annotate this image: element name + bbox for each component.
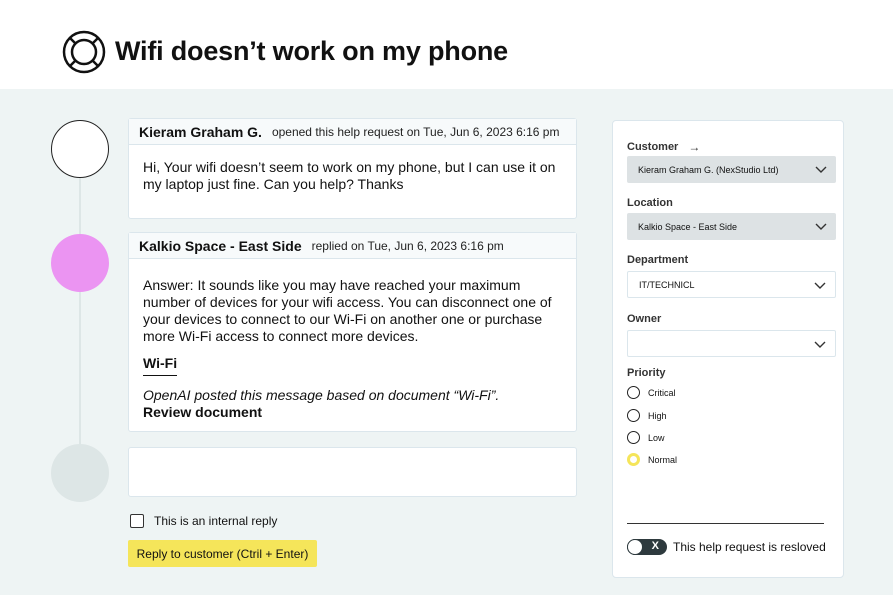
lifebuoy-icon <box>62 30 106 74</box>
posted-note: OpenAI posted this message based on docu… <box>143 387 500 403</box>
page-header: Wifi doesn’t work on my phone <box>0 0 893 89</box>
radio-button-selected[interactable] <box>627 453 640 466</box>
internal-reply-checkbox[interactable] <box>130 514 144 528</box>
resolved-toggle[interactable]: X <box>627 539 667 555</box>
department-select[interactable]: IT/TECHNICL <box>627 271 836 298</box>
customer-value: Kieram Graham G. (NexStudio Ltd) <box>638 164 779 175</box>
review-document-link[interactable]: Review document <box>143 404 562 421</box>
internal-reply-label: This is an internal reply <box>154 514 278 528</box>
owner-label: Owner <box>627 313 662 325</box>
priority-option-low[interactable]: Low <box>627 431 665 444</box>
page-title: Wifi doesn’t work on my phone <box>115 36 508 66</box>
priority-option-label: Normal <box>648 454 678 465</box>
message-card-agent: Kalkio Space - East Side replied on Tue,… <box>128 232 577 432</box>
department-label: Department <box>627 254 689 266</box>
chevron-down-icon <box>814 282 826 289</box>
avatar-customer <box>51 120 109 178</box>
resolved-label: This help request is resloved <box>673 540 826 554</box>
priority-option-critical[interactable]: Critical <box>627 386 676 399</box>
chevron-down-icon <box>814 341 826 348</box>
priority-option-label: Critical <box>648 387 676 398</box>
location-label: Location <box>627 197 673 209</box>
message-author: Kalkio Space - East Side <box>139 237 302 254</box>
message-author: Kieram Graham G. <box>139 123 262 140</box>
message-header: Kalkio Space - East Side replied on Tue,… <box>129 233 576 259</box>
timeline-line <box>79 178 81 448</box>
message-body: Answer: It sounds like you may have reac… <box>143 277 552 344</box>
avatar-agent <box>51 234 109 292</box>
customer-select[interactable]: Kieram Graham G. (NexStudio Ltd) <box>627 156 836 183</box>
priority-option-label: Low <box>648 432 665 443</box>
chevron-down-icon <box>815 223 827 230</box>
document-link-wifi[interactable]: Wi-Fi <box>143 355 178 376</box>
radio-button[interactable] <box>627 409 640 422</box>
internal-reply-checkbox-row[interactable]: This is an internal reply <box>130 514 277 528</box>
radio-button[interactable] <box>627 431 640 444</box>
priority-option-label: High <box>648 410 667 421</box>
location-select[interactable]: Kalkio Space - East Side <box>627 213 836 240</box>
ticket-details-panel: Customer → Kieram Graham G. (NexStudio L… <box>612 120 844 578</box>
message-card-customer: Kieram Graham G. opened this help reques… <box>128 118 577 219</box>
radio-button[interactable] <box>627 386 640 399</box>
toggle-knob <box>627 539 643 555</box>
message-meta: opened this help request on Tue, Jun 6, … <box>271 124 560 139</box>
arrow-right-icon[interactable]: → <box>688 140 700 154</box>
message-meta: replied on Tue, Jun 6, 2023 6:16 pm <box>311 238 504 253</box>
owner-select[interactable] <box>627 330 836 357</box>
close-icon: X <box>651 540 659 552</box>
panel-divider <box>627 523 824 524</box>
message-header: Kieram Graham G. opened this help reques… <box>129 119 576 145</box>
avatar-current-user <box>51 444 109 502</box>
customer-label: Customer → <box>627 140 700 154</box>
priority-option-normal[interactable]: Normal <box>627 453 677 466</box>
chevron-down-icon <box>815 166 827 173</box>
message-body-container: Answer: It sounds like you may have reac… <box>129 259 576 435</box>
priority-option-high[interactable]: High <box>627 409 667 422</box>
resolved-toggle-row: X This help request is resloved <box>627 539 826 555</box>
reply-to-customer-button[interactable]: Reply to customer (Ctril + Enter) <box>128 540 317 567</box>
customer-label-text: Customer <box>627 141 679 153</box>
message-body: Hi, Your wifi doesn’t seem to work on my… <box>143 159 556 192</box>
location-value: Kalkio Space - East Side <box>638 221 738 232</box>
priority-label: Priority <box>627 367 666 379</box>
reply-textbox[interactable] <box>128 447 577 497</box>
department-value: IT/TECHNICL <box>639 279 695 290</box>
